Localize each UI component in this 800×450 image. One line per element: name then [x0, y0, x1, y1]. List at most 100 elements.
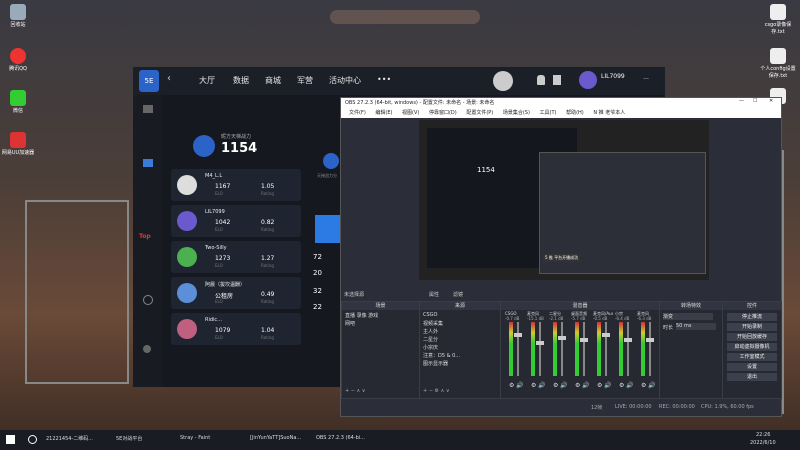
menu-view[interactable]: 视图(V): [402, 110, 419, 116]
source-item[interactable]: 二星分: [423, 336, 438, 343]
menu-edit[interactable]: 编辑(E): [375, 110, 392, 116]
sidebar-top-badge[interactable]: Top: [139, 233, 151, 240]
mixer-channel-db: -6.3 dB: [637, 316, 652, 321]
clock-time[interactable]: 22:26: [756, 432, 770, 438]
desktop-icon-wechat[interactable]: 微信: [0, 90, 36, 114]
speaker-icon[interactable]: ⚙ 🔊: [553, 382, 568, 389]
source-item[interactable]: 图示显示器: [423, 360, 448, 367]
user-avatar[interactable]: [579, 71, 597, 89]
desktop-icon-uu[interactable]: 网易UU加速器: [0, 132, 36, 156]
nav-data[interactable]: 数据: [233, 75, 249, 86]
mixer-fader[interactable]: [649, 322, 651, 376]
settings-button[interactable]: 设置: [727, 363, 777, 371]
nav-shop[interactable]: 商城: [265, 75, 281, 86]
sidebar-search-icon[interactable]: [143, 295, 153, 305]
source-item[interactable]: 主人外: [423, 328, 438, 335]
menu-scene-collection[interactable]: 场景集合(S): [503, 110, 530, 116]
nav-events[interactable]: 活动中心: [329, 75, 361, 86]
source-item[interactable]: 小宗庆: [423, 344, 438, 351]
mixer-fader-knob[interactable]: [602, 332, 610, 337]
sidebar-settings-icon[interactable]: [143, 345, 151, 353]
menu-profile[interactable]: 配置文件(P): [466, 110, 493, 116]
desktop-icon-recycle-bin[interactable]: 回收站: [0, 4, 36, 28]
studio-mode-button[interactable]: 工作室模式: [727, 353, 777, 361]
player-card[interactable]: M4_L.L 1167 1.05 ELO Rating: [171, 169, 301, 201]
scene-item[interactable]: 网吧: [345, 320, 355, 327]
start-icon[interactable]: [6, 435, 15, 444]
mixer-fader-knob[interactable]: [558, 335, 566, 340]
mixer-fader[interactable]: [561, 322, 563, 376]
taskbar-item[interactable]: 21221454-二维码...: [46, 435, 93, 442]
nav-camp[interactable]: 军营: [297, 75, 313, 86]
close-button[interactable]: ✕: [769, 98, 773, 104]
mixer-level-meter: [641, 322, 645, 376]
start-recording-button[interactable]: 开始录制: [727, 323, 777, 331]
menu-docks[interactable]: 停靠窗口(D): [429, 110, 457, 116]
mixer-fader[interactable]: [627, 322, 629, 376]
search-icon[interactable]: [28, 435, 37, 444]
player-card[interactable]: Two-Silly 1273 1.27 ELO Rating: [171, 241, 301, 273]
scene-toolbar[interactable]: + − ∧ ∨: [345, 388, 365, 394]
minimize-icon[interactable]: —: [643, 75, 649, 82]
back-icon[interactable]: ‹: [167, 73, 171, 84]
maximize-button[interactable]: ☐: [753, 98, 757, 104]
nav-lobby[interactable]: 大厅: [199, 75, 215, 86]
speaker-icon[interactable]: ⚙ 🔊: [597, 382, 612, 389]
source-toolbar[interactable]: + − ⚙ ∧ ∨: [423, 388, 450, 394]
speaker-icon[interactable]: ⚙ 🔊: [619, 382, 634, 389]
mixer-fader-knob[interactable]: [646, 338, 654, 343]
desktop-icon-qq[interactable]: 腾讯QQ: [0, 48, 36, 72]
mixer-fader-knob[interactable]: [536, 340, 544, 345]
mixer-fader-knob[interactable]: [624, 338, 632, 343]
profile-avatar[interactable]: [493, 71, 513, 91]
nav-more[interactable]: •••: [377, 75, 391, 84]
filters-button[interactable]: 滤镜: [453, 291, 463, 298]
player-elo-label: ELO: [215, 335, 223, 340]
lock-icon[interactable]: [553, 75, 561, 85]
source-item[interactable]: CSGO: [423, 312, 437, 318]
player-rating-label: Rating: [261, 335, 274, 340]
taskbar-item[interactable]: [JinYunYaTT]SuoNa...: [250, 435, 301, 441]
properties-button[interactable]: 属性: [429, 291, 439, 298]
desktop-icon-csgo-txt[interactable]: csgo录像保存.txt: [758, 4, 798, 35]
notification-icon[interactable]: [537, 75, 545, 85]
mixer-fader-knob[interactable]: [580, 338, 588, 343]
transition-select[interactable]: 渐变: [663, 313, 713, 320]
menu-tools[interactable]: 工具(T): [540, 110, 557, 116]
player-card[interactable]: LIL7099 1042 0.82 ELO Rating: [171, 205, 301, 237]
desktop-icon-config-txt[interactable]: 个人config设置保存.txt: [758, 48, 798, 79]
duration-input[interactable]: 50 ms: [676, 323, 716, 330]
speaker-icon[interactable]: ⚙ 🔊: [575, 382, 590, 389]
clock-date[interactable]: 2022/6/10: [750, 440, 776, 446]
replay-buffer-button[interactable]: 开始回放缓存: [727, 333, 777, 341]
source-item[interactable]: 注意：D5 & 0...: [423, 352, 460, 359]
sidebar-rank-icon[interactable]: [143, 159, 153, 167]
menu-help[interactable]: 帮助(H): [566, 110, 584, 116]
stop-stream-button[interactable]: 停止推流: [727, 313, 777, 321]
minimize-button[interactable]: —: [739, 98, 744, 104]
mixer-fader[interactable]: [605, 322, 607, 376]
game-logo[interactable]: 5E: [139, 70, 159, 92]
speaker-icon[interactable]: ⚙ 🔊: [641, 382, 656, 389]
blue-action-button[interactable]: [315, 215, 341, 243]
scene-item[interactable]: 直播 录像 游戏: [345, 312, 378, 319]
mixer-fader[interactable]: [539, 322, 541, 376]
menu-extra[interactable]: N 推 老爷本人: [593, 110, 625, 116]
player-card[interactable]: Ridic... 1079 1.04 ELO Rating: [171, 313, 301, 345]
taskbar-item[interactable]: Stray - Faint: [180, 435, 210, 441]
mixer-fader[interactable]: [517, 322, 519, 376]
player-card[interactable]: 阿晨（拔坎温酬） 公租房 0.49 ELO Rating: [171, 277, 301, 309]
mixer-channel-db: -6.4 dB: [615, 316, 630, 321]
speaker-icon[interactable]: ⚙ 🔊: [531, 382, 546, 389]
sidebar-home-icon[interactable]: [143, 105, 153, 113]
taskbar-item[interactable]: 5E对战平台: [116, 435, 142, 442]
exit-button[interactable]: 退出: [727, 373, 777, 381]
obs-preview[interactable]: 1154 5 推 平台开播成功: [419, 120, 709, 280]
menu-file[interactable]: 文件(F): [349, 110, 366, 116]
source-item[interactable]: 视频采集: [423, 320, 443, 327]
speaker-icon[interactable]: ⚙ 🔊: [509, 382, 524, 389]
mixer-fader[interactable]: [583, 322, 585, 376]
virtual-camera-button[interactable]: 启动虚拟摄像机: [727, 343, 777, 351]
taskbar-item[interactable]: OBS 27.2.3 (64-bi...: [316, 435, 365, 441]
mixer-fader-knob[interactable]: [514, 332, 522, 337]
